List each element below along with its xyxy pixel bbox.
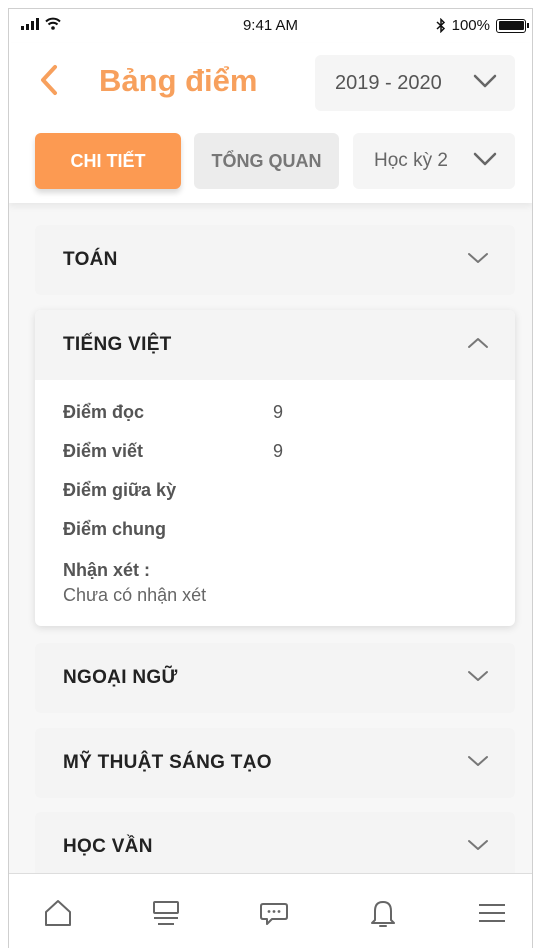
bell-icon [371,901,395,927]
battery-percent: 100% [451,17,490,34]
score-label: Điểm đọc [63,402,145,422]
score-row: Điểm đọc 9 [63,402,487,441]
score-value: 9 [273,441,284,461]
chevron-left-icon [41,65,57,95]
subject-header[interactable]: HỌC VẦN [35,812,515,873]
tab-detail[interactable]: CHI TIẾT [35,133,181,189]
score-label: Điểm chung [63,519,167,539]
subject-art: MỸ THUẬT SÁNG TẠO [35,728,515,798]
chevron-down-icon [468,671,488,681]
battery-icon [496,18,529,33]
header: Bảng điểm 2019 - 2020 CHI TIẾT TỔNG QUAN… [9,43,532,203]
status-bar: 9:41 AM 100% [9,9,532,43]
comment-value: Chưa có nhận xét [63,585,207,605]
page-title: Bảng điểm [99,63,258,98]
year-select[interactable]: 2019 - 2020 [315,55,515,111]
subject-detail: Điểm đọc 9 Điểm viết 9 Điểm giữa kỳ Điểm… [35,380,515,626]
list-icon [153,901,179,925]
subject-vietnamese: TIẾNG VIỆT Điểm đọc 9 Điểm viết 9 Điểm g… [35,310,515,626]
chevron-down-icon [468,840,488,850]
subject-name: NGOẠI NGỮ [63,667,178,688]
subject-header[interactable]: TIẾNG VIỆT [35,310,515,380]
subject-name: TOÁN [63,249,118,270]
subject-header[interactable]: NGOẠI NGỮ [35,643,515,713]
subject-name: TIẾNG VIỆT [63,334,172,355]
chat-icon [260,903,288,925]
chevron-down-icon [468,253,488,263]
subject-name: MỸ THUẬT SÁNG TẠO [63,752,272,773]
chevron-down-icon [468,756,488,766]
back-button[interactable] [35,63,65,97]
score-row: Điểm viết 9 [63,441,487,480]
bluetooth-icon [436,18,445,33]
subject-phonics: HỌC VẦN [35,812,515,873]
subject-list: TOÁN TIẾNG VIỆT Điểm đọc 9 Điểm viết 9 Đ… [9,203,532,873]
subject-name: HỌC VẦN [63,836,153,857]
nav-notifications[interactable] [366,896,400,930]
subject-math: TOÁN [35,225,515,295]
chevron-up-icon [468,338,488,348]
subject-header[interactable]: MỸ THUẬT SÁNG TẠO [35,728,515,798]
home-icon [45,900,71,926]
nav-chat[interactable] [257,896,291,930]
score-row: Điểm giữa kỳ [63,480,487,519]
score-row: Điểm chung [63,519,487,558]
term-select[interactable]: Học kỳ 2 [353,133,515,189]
nav-menu[interactable] [475,896,509,930]
chevron-down-icon [473,74,497,88]
phone-screen: 9:41 AM 100% Bảng điểm 2019 - 2020 CHI T… [8,8,533,948]
comment-label: Nhận xét : [63,560,151,580]
term-select-value: Học kỳ 2 [374,150,448,171]
tab-overview[interactable]: TỔNG QUAN [194,133,339,189]
year-select-value: 2019 - 2020 [335,71,442,94]
subject-foreign-language: NGOẠI NGỮ [35,643,515,713]
score-label: Điểm viết [63,441,144,461]
chevron-down-icon [473,152,497,166]
nav-list[interactable] [149,896,183,930]
subject-header[interactable]: TOÁN [35,225,515,295]
nav-home[interactable] [41,896,75,930]
score-label: Điểm giữa kỳ [63,480,177,500]
bottom-nav [9,873,532,948]
score-value: 9 [273,402,284,422]
menu-icon [479,904,505,922]
